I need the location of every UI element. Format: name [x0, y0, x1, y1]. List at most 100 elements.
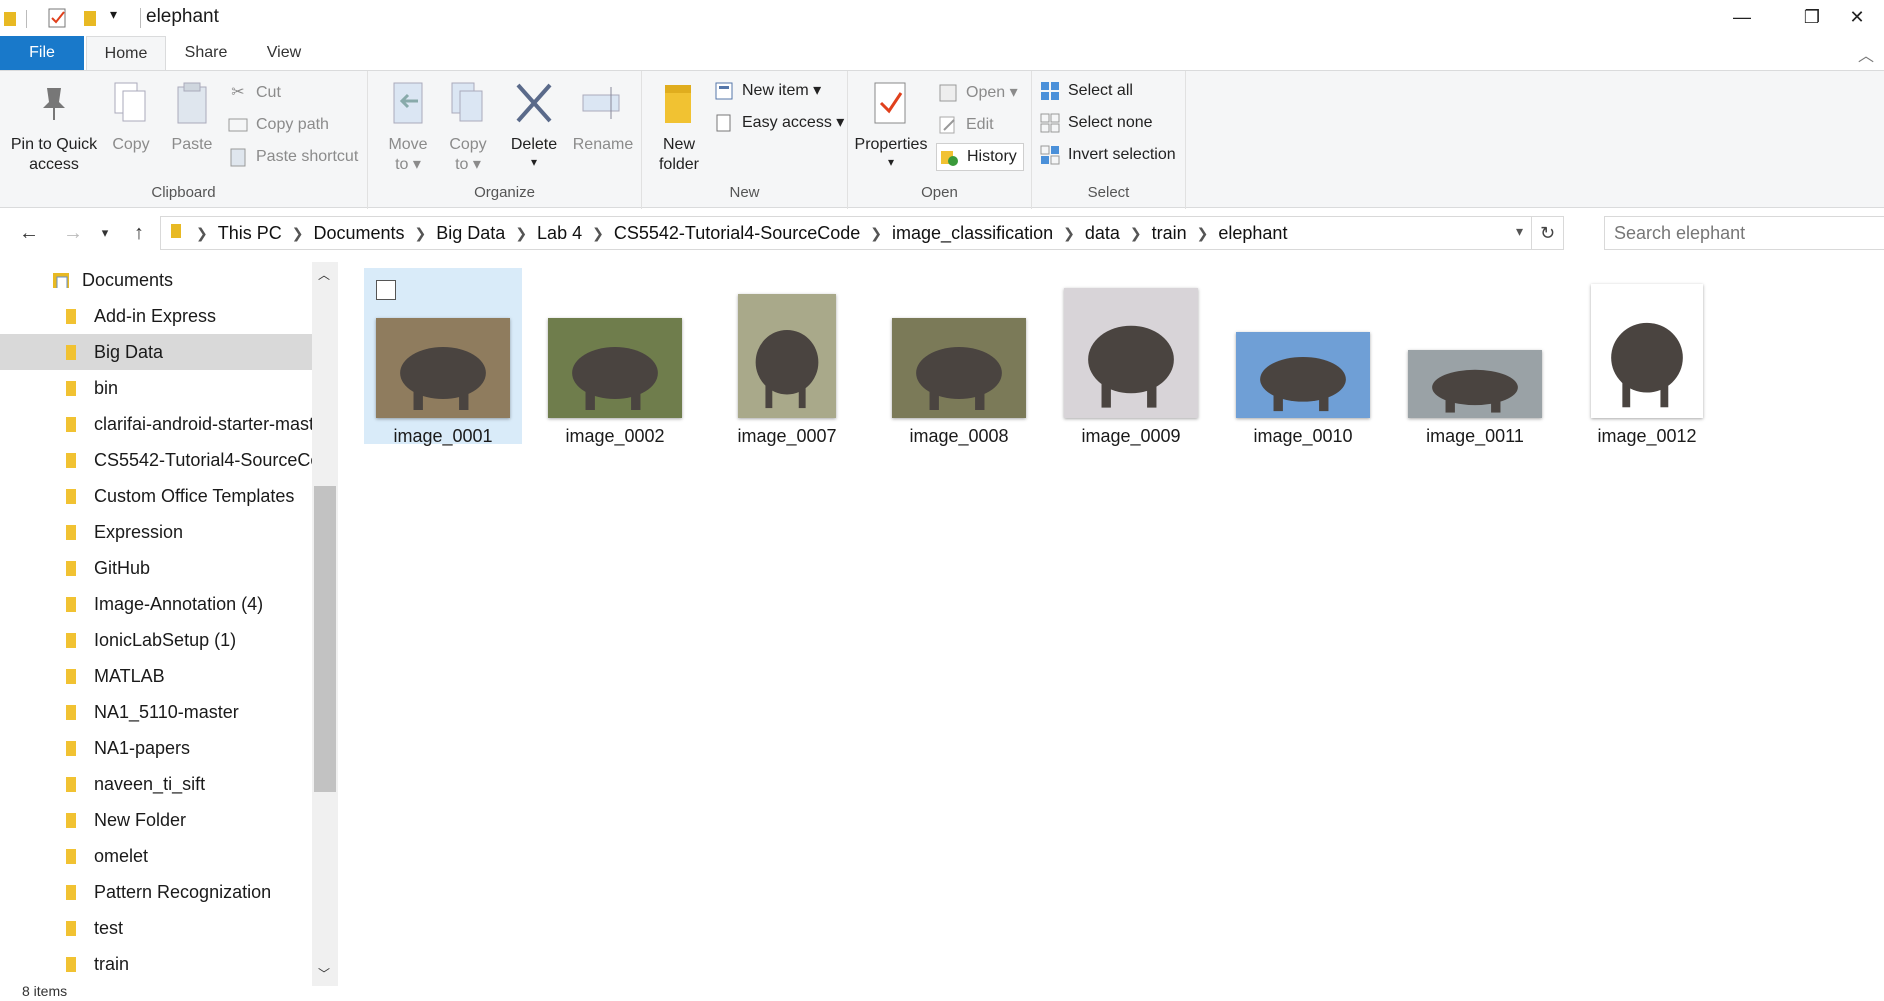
properties-button[interactable]: Properties ▾ [854, 79, 928, 169]
window-title: elephant [146, 6, 219, 27]
chevron-right-icon[interactable]: ❯ [865, 225, 887, 242]
breadcrumb-train[interactable]: train [1147, 223, 1192, 244]
select-all-button[interactable]: Select all [1040, 77, 1133, 105]
file-tile[interactable]: image_0001 [364, 268, 522, 446]
scroll-down-icon[interactable]: ﹀ [318, 965, 330, 982]
tree-item[interactable]: Add-in Express [0, 298, 312, 334]
paste-button[interactable]: Paste [164, 79, 220, 155]
tree-item[interactable]: test [0, 910, 312, 946]
tree-item[interactable]: bin [0, 370, 312, 406]
back-arrow-icon[interactable]: ← [14, 218, 44, 248]
chevron-right-icon[interactable]: ❯ [510, 225, 532, 242]
chevron-right-icon[interactable]: ❯ [287, 225, 309, 242]
address-dropdown-chevron-icon[interactable]: ▾ [1516, 223, 1523, 240]
easy-access-button[interactable]: Easy access ▾ [714, 109, 844, 137]
file-tile[interactable]: image_0002 [536, 268, 694, 446]
breadcrumb-big-data[interactable]: Big Data [431, 223, 510, 244]
tree-item[interactable]: NA1_5110-master [0, 694, 312, 730]
file-tile[interactable]: image_0009 [1052, 268, 1210, 446]
select-none-icon [1040, 113, 1060, 133]
tree-item[interactable]: IonicLabSetup (1) [0, 622, 312, 658]
new-item-button[interactable]: New item ▾ [714, 77, 821, 105]
collapse-ribbon-icon[interactable]: ︿ [1858, 42, 1874, 66]
new-folder-button[interactable]: New folder [652, 79, 706, 175]
recent-locations-chevron-icon[interactable]: ▾ [94, 218, 116, 248]
pin-to-quick-access-button[interactable]: Pin to Quick access [8, 79, 100, 175]
up-arrow-icon[interactable]: ↑ [124, 218, 154, 248]
chevron-right-icon[interactable]: ❯ [1125, 225, 1147, 242]
tree-item-label: Pattern Recognization [94, 881, 272, 902]
invert-selection-button[interactable]: Invert selection [1040, 141, 1176, 169]
tree-item-label: Custom Office Templates [94, 485, 295, 506]
edit-button[interactable]: Edit [938, 111, 994, 139]
tree-item[interactable]: Image-Annotation (4) [0, 586, 312, 622]
file-tile[interactable]: image_0010 [1224, 268, 1382, 446]
breadcrumb-data[interactable]: data [1080, 223, 1125, 244]
tree-item[interactable]: Pattern Recognization [0, 874, 312, 910]
history-button[interactable]: History [936, 143, 1024, 171]
open-button[interactable]: Open ▾ [938, 79, 1018, 107]
address-bar[interactable]: ❯ This PC ❯ Documents ❯ Big Data ❯ Lab 4… [160, 216, 1564, 250]
divider [140, 8, 141, 28]
file-tile[interactable]: image_0008 [880, 268, 1038, 446]
select-all-icon [1040, 81, 1060, 101]
thumbnail [1408, 284, 1542, 418]
tree-item-label: Image-Annotation (4) [94, 593, 264, 614]
tab-share[interactable]: Share [170, 36, 242, 70]
breadcrumb-lab-4[interactable]: Lab 4 [532, 223, 587, 244]
close-button[interactable]: ✕ [1830, 0, 1884, 34]
folder-icon [4, 8, 18, 33]
paste-shortcut-button[interactable]: Paste shortcut [228, 143, 358, 171]
minimize-button[interactable]: — [1710, 0, 1774, 34]
tree-item[interactable]: Big Data [0, 334, 312, 370]
tree-item[interactable]: Custom Office Templates [0, 478, 312, 514]
breadcrumb-documents[interactable]: Documents [308, 223, 409, 244]
tab-view[interactable]: View [250, 36, 318, 70]
tree-item[interactable]: NA1-papers [0, 730, 312, 766]
scrollbar-thumb[interactable] [314, 486, 336, 792]
folder-icon [66, 525, 76, 540]
nav-scrollbar[interactable]: ︿ ﹀ [312, 262, 338, 986]
tree-item[interactable]: GitHub [0, 550, 312, 586]
new-folder-quick-icon[interactable] [82, 8, 100, 33]
status-bar: 8 items [0, 983, 1884, 1001]
forward-arrow-icon[interactable]: → [58, 218, 88, 248]
tree-item[interactable]: naveen_ti_sift [0, 766, 312, 802]
copy-button[interactable]: Copy [104, 79, 158, 155]
chevron-right-icon[interactable]: ❯ [410, 225, 432, 242]
file-tile[interactable]: image_0012 [1568, 268, 1726, 446]
rename-button[interactable]: Rename [570, 79, 636, 155]
breadcrumb-this-pc[interactable]: This PC [213, 223, 287, 244]
breadcrumb-elephant[interactable]: elephant [1213, 223, 1292, 244]
tree-item[interactable]: clarifai-android-starter-mast [0, 406, 312, 442]
tab-home[interactable]: Home [86, 36, 166, 71]
select-none-button[interactable]: Select none [1040, 109, 1153, 137]
cut-button[interactable]: ✂ Cut [228, 79, 281, 107]
file-tile[interactable]: image_0007 [708, 268, 866, 446]
customize-quick-access-icon[interactable]: ▾ [110, 6, 117, 23]
breadcrumb-cs5542-tutorial4[interactable]: CS5542-Tutorial4-SourceCode [609, 223, 865, 244]
tab-file[interactable]: File [0, 36, 84, 70]
chevron-right-icon[interactable]: ❯ [1058, 225, 1080, 242]
refresh-icon[interactable]: ↻ [1531, 217, 1563, 249]
delete-button[interactable]: Delete ▾ [504, 79, 564, 169]
scroll-up-icon[interactable]: ︿ [318, 266, 330, 283]
tree-item[interactable]: New Folder [0, 802, 312, 838]
search-input[interactable]: Search elephant [1604, 216, 1884, 250]
tree-item[interactable]: train [0, 946, 312, 982]
tree-item[interactable]: CS5542-Tutorial4-SourceCod [0, 442, 312, 478]
tree-item[interactable]: omelet [0, 838, 312, 874]
select-checkbox[interactable] [376, 280, 396, 300]
breadcrumb-image-classification[interactable]: image_classification [887, 223, 1058, 244]
file-name: image_0007 [737, 426, 837, 446]
copy-path-button[interactable]: Copy path [228, 111, 329, 139]
properties-quick-icon[interactable] [48, 8, 68, 33]
tree-item[interactable]: Expression [0, 514, 312, 550]
chevron-right-icon[interactable]: ❯ [587, 225, 609, 242]
tree-item[interactable]: MATLAB [0, 658, 312, 694]
chevron-right-icon[interactable]: ❯ [1192, 225, 1214, 242]
file-tile[interactable]: image_0011 [1396, 268, 1554, 446]
move-to-button[interactable]: Move to ▾ [382, 79, 434, 175]
tree-item-documents[interactable]: Documents [0, 262, 312, 298]
copy-to-button[interactable]: Copy to ▾ [442, 79, 494, 175]
